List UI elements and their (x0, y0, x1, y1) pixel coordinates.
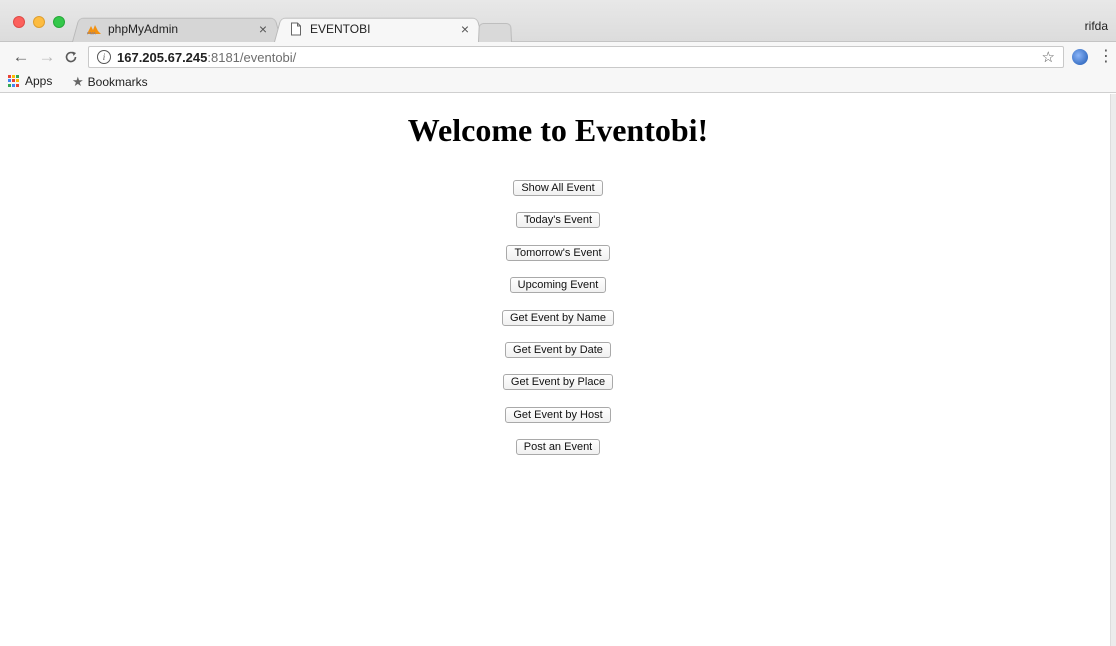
page-content: Welcome to Eventobi! Show All Event Toda… (0, 94, 1116, 646)
svg-text:PMA: PMA (87, 31, 96, 36)
tab-phpmyadmin[interactable]: PMA phpMyAdmin × (72, 16, 282, 42)
info-icon[interactable]: i (97, 50, 111, 64)
bookmark-bookmarks-label: Bookmarks (87, 75, 148, 89)
forward-arrow-icon[interactable]: → (36, 46, 58, 68)
show-all-event-button[interactable]: Show All Event (513, 180, 603, 196)
bookmark-apps-label: Apps (25, 74, 53, 88)
tab-title: EVENTOBI (310, 22, 371, 36)
page-title: Welcome to Eventobi! (407, 112, 709, 148)
document-icon (288, 21, 304, 37)
phpmyadmin-icon: PMA (86, 21, 102, 37)
close-icon[interactable]: × (256, 21, 270, 37)
star-icon: ★ (72, 74, 84, 89)
bookmark-apps[interactable]: Apps (8, 74, 52, 88)
url-path: :8181/eventobi/ (207, 49, 297, 65)
todays-event-button[interactable]: Today's Event (515, 212, 601, 229)
browser-toolbar: ← → i 167.205.67.245:8181/eventobi/ ☆ ⋮ (0, 42, 1116, 72)
bookmark-star-icon[interactable]: ☆ (1042, 48, 1055, 66)
window-minimize-button[interactable] (33, 16, 45, 28)
get-event-by-place-button[interactable]: Get Event by Place (502, 374, 614, 391)
bookmark-bookmarks[interactable]: ★ Bookmarks (72, 74, 148, 90)
tomorrows-event-button[interactable]: Tomorrow's Event (506, 244, 610, 261)
get-event-by-host-button[interactable]: Get Event by Host (505, 406, 611, 423)
close-icon[interactable]: × (458, 21, 472, 37)
window-close-button[interactable] (13, 16, 25, 28)
new-tab-button[interactable] (478, 22, 512, 42)
browser-titlebar: PMA phpMyAdmin × EVENTOBI × rifda (0, 0, 1116, 42)
profile-name[interactable]: rifda (1085, 19, 1108, 33)
address-bar[interactable]: i 167.205.67.245:8181/eventobi/ ☆ (88, 46, 1064, 68)
tab-eventobi[interactable]: EVENTOBI × (274, 16, 484, 42)
back-arrow-icon[interactable]: ← (10, 46, 32, 68)
tab-title: phpMyAdmin (108, 22, 179, 36)
extension-icon[interactable] (1072, 49, 1088, 65)
url-host: 167.205.67.245 (117, 49, 208, 65)
window-zoom-button[interactable] (53, 16, 65, 28)
bookmarks-bar: Apps ★ Bookmarks (0, 72, 1116, 93)
post-an-event-button[interactable]: Post an Event (515, 439, 601, 456)
get-event-by-name-button[interactable]: Get Event by Name (502, 309, 614, 326)
menu-button-list: Show All Event Today's Event Tomorrow's … (0, 180, 1116, 472)
apps-grid-icon (8, 75, 20, 87)
reload-icon[interactable] (60, 46, 82, 68)
window-edge (1110, 94, 1116, 646)
menu-kebab-icon[interactable]: ⋮ (1098, 47, 1114, 67)
upcoming-event-button[interactable]: Upcoming Event (509, 277, 607, 294)
get-event-by-date-button[interactable]: Get Event by Date (505, 341, 611, 358)
